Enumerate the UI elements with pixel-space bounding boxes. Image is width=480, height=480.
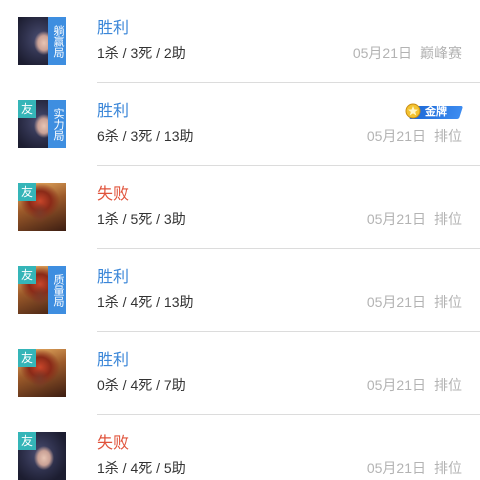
hero-avatar: 友 质量局	[18, 266, 66, 314]
friend-badge: 友	[18, 432, 36, 450]
match-result: 失败	[97, 435, 130, 452]
match-date: 05月21日	[366, 211, 426, 227]
match-date: 05月21日	[366, 377, 426, 393]
match-meta: 05月21日 巅峰赛	[353, 43, 462, 63]
match-date: 05月21日	[352, 45, 412, 61]
match-kda: 6杀 / 3死 / 13助	[97, 128, 194, 144]
mode-badge: 实力局	[48, 100, 66, 148]
mode-badge: 质量局	[48, 266, 66, 314]
match-kda: 1杀 / 4死 / 13助	[97, 294, 194, 310]
match-kda: 1杀 / 3死 / 2助	[97, 45, 186, 61]
match-history-list: 躺赢局 胜利 1杀 / 3死 / 2助 05月21日 巅峰赛 友 实力局 胜利 6…	[0, 0, 480, 480]
match-meta: 05月21日 排位	[367, 126, 462, 146]
match-kda: 1杀 / 5死 / 3助	[97, 211, 186, 227]
match-row[interactable]: 友 实力局 胜利 6杀 / 3死 / 13助 金牌 05月21日 排位	[0, 83, 480, 166]
match-type: 排位	[434, 128, 462, 144]
match-type: 排位	[434, 377, 462, 393]
match-meta: 05月21日 排位	[367, 209, 462, 229]
hero-avatar: 躺赢局	[18, 17, 66, 65]
gold-medal-badge: 金牌	[405, 103, 464, 121]
match-row[interactable]: 友 胜利 0杀 / 4死 / 7助 05月21日 排位	[0, 332, 480, 415]
match-meta: 05月21日 排位	[367, 458, 462, 478]
match-date: 05月21日	[366, 460, 426, 476]
match-date: 05月21日	[366, 128, 426, 144]
match-row[interactable]: 友 失败 1杀 / 5死 / 3助 05月21日 排位	[0, 166, 480, 249]
hero-avatar: 友	[18, 432, 66, 480]
hero-avatar: 友	[18, 183, 66, 231]
match-type: 巅峰赛	[420, 45, 462, 61]
match-row[interactable]: 躺赢局 胜利 1杀 / 3死 / 2助 05月21日 巅峰赛	[0, 0, 480, 83]
match-meta: 05月21日 排位	[367, 375, 462, 395]
match-row[interactable]: 友 质量局 胜利 1杀 / 4死 / 13助 05月21日 排位	[0, 249, 480, 332]
match-result: 胜利	[97, 352, 130, 369]
hero-avatar: 友 实力局	[18, 100, 66, 148]
mode-badge: 躺赢局	[48, 17, 66, 65]
match-result: 胜利	[97, 20, 130, 37]
match-meta: 05月21日 排位	[367, 292, 462, 312]
medal-icon	[405, 103, 421, 119]
match-result: 失败	[97, 186, 130, 203]
match-row[interactable]: 友 失败 1杀 / 4死 / 5助 05月21日 排位	[0, 415, 480, 480]
match-date: 05月21日	[366, 294, 426, 310]
rank-badge-label: 金牌	[425, 106, 447, 118]
match-type: 排位	[434, 460, 462, 476]
match-result: 胜利	[97, 269, 130, 286]
friend-badge: 友	[18, 100, 36, 118]
friend-badge: 友	[18, 266, 36, 284]
match-kda: 1杀 / 4死 / 5助	[97, 460, 186, 476]
match-kda: 0杀 / 4死 / 7助	[97, 377, 186, 393]
match-type: 排位	[434, 294, 462, 310]
match-type: 排位	[434, 211, 462, 227]
friend-badge: 友	[18, 183, 36, 201]
hero-avatar: 友	[18, 349, 66, 397]
match-result: 胜利	[97, 103, 130, 120]
friend-badge: 友	[18, 349, 36, 367]
